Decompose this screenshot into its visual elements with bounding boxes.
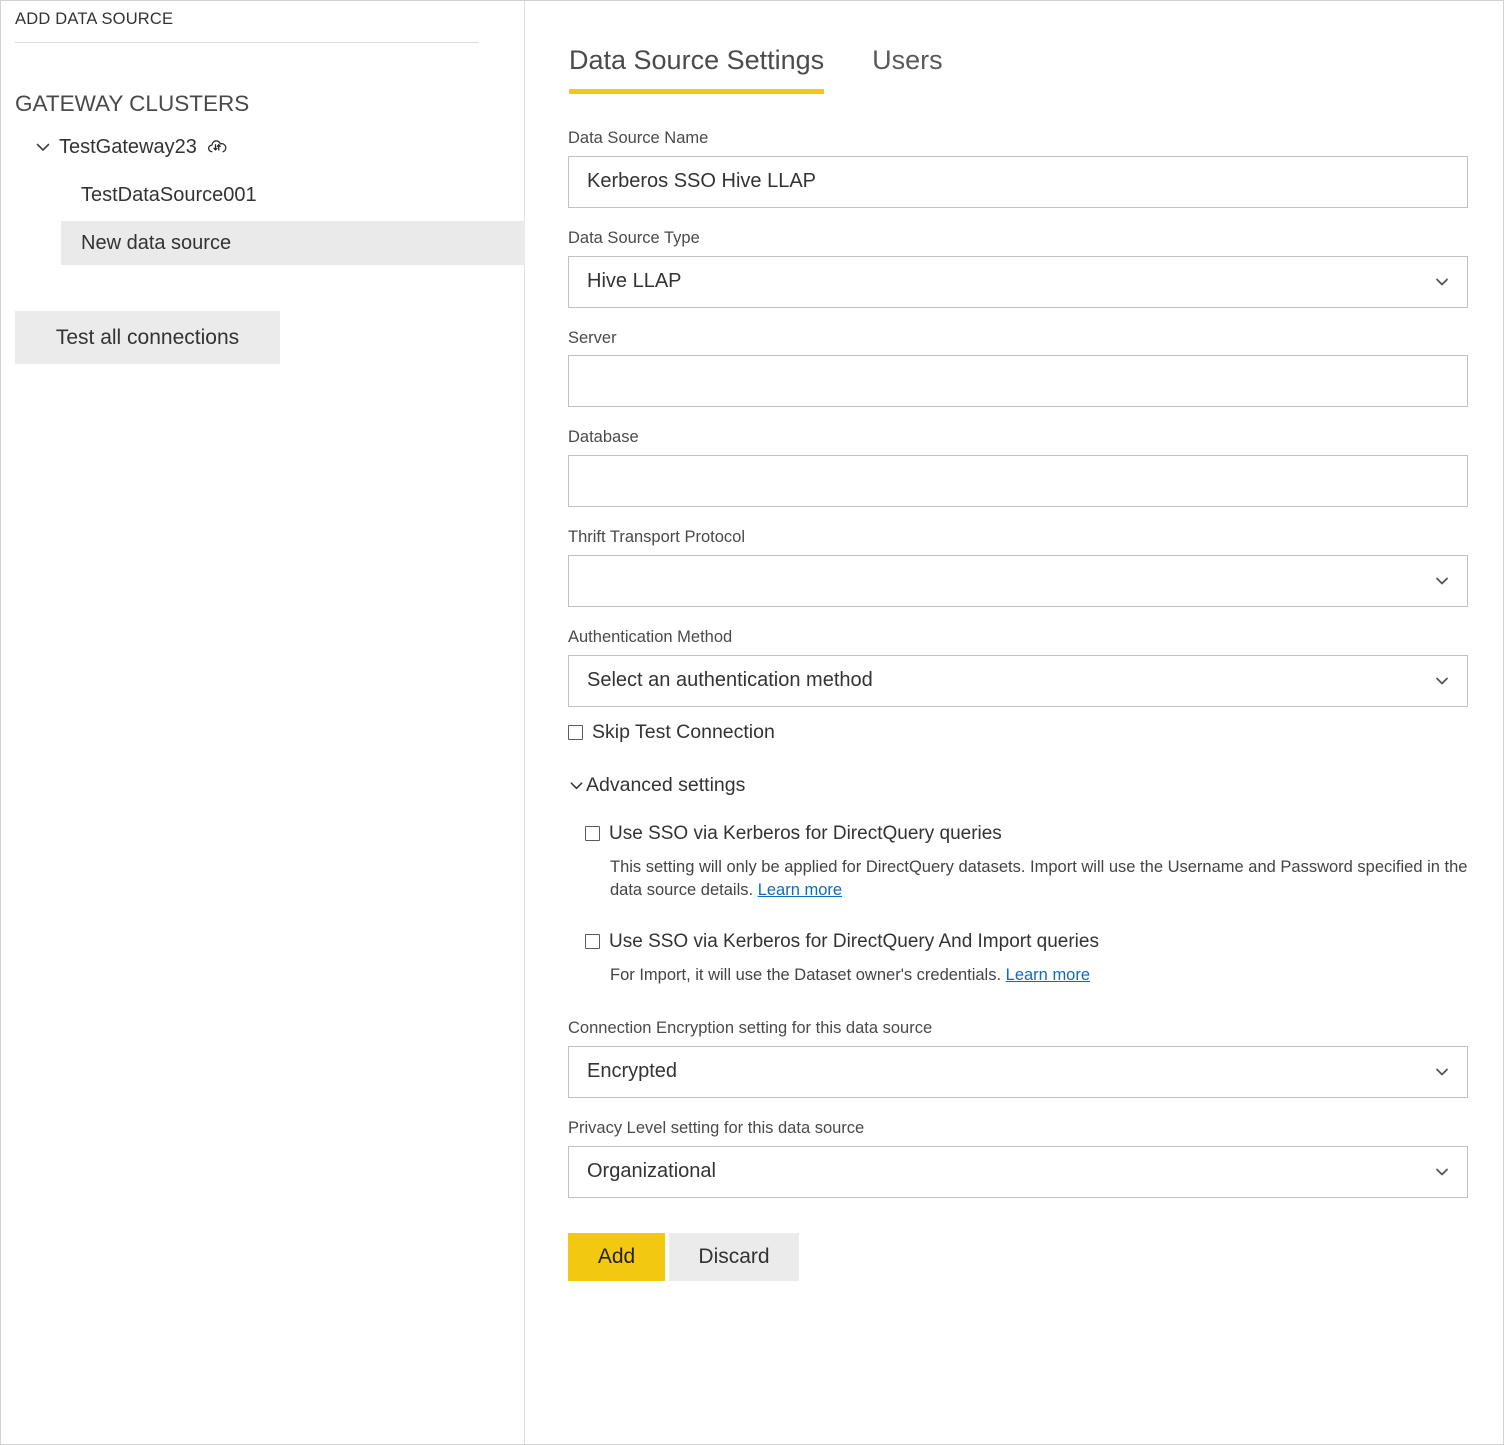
sso-directquery-import-label: Use SSO via Kerberos for DirectQuery And… <box>609 931 1099 953</box>
chevron-down-icon[interactable] <box>568 777 585 794</box>
tab-users[interactable]: Users <box>872 45 943 94</box>
database-input[interactable] <box>568 455 1468 507</box>
data-source-type-label: Data Source Type <box>568 229 1468 249</box>
data-source-type-value: Hive LLAP <box>587 270 682 293</box>
thrift-transport-protocol-select[interactable] <box>568 555 1468 607</box>
skip-test-connection-label: Skip Test Connection <box>592 721 775 744</box>
spacer <box>585 903 1468 931</box>
advanced-settings-tail: Connection Encryption setting for this d… <box>568 1019 1468 1281</box>
sso-directquery-learn-more-link[interactable]: Learn more <box>758 881 842 899</box>
sidebar-item-label: TestDataSource001 <box>81 184 257 207</box>
advanced-settings-body: Use SSO via Kerberos for DirectQuery que… <box>568 823 1468 1281</box>
sidebar-item-label: New data source <box>81 232 231 255</box>
cloud-sync-icon <box>206 136 228 158</box>
sso-directquery-help-text: This setting will only be applied for Di… <box>610 858 1467 899</box>
server-input[interactable] <box>568 355 1468 407</box>
chevron-down-icon[interactable] <box>27 137 59 157</box>
panel-divider <box>15 42 479 43</box>
checkbox-icon[interactable] <box>585 826 600 841</box>
sso-directquery-checkbox-row[interactable]: Use SSO via Kerberos for DirectQuery que… <box>585 823 1468 845</box>
connection-encryption-label: Connection Encryption setting for this d… <box>568 1019 1468 1039</box>
privacy-level-label: Privacy Level setting for this data sour… <box>568 1119 1468 1139</box>
sidebar-item-new-data-source[interactable]: New data source <box>61 221 525 265</box>
chevron-down-icon[interactable] <box>1433 273 1451 291</box>
server-label: Server <box>568 329 1468 349</box>
privacy-level-value: Organizational <box>587 1160 716 1183</box>
connection-encryption-select[interactable]: Encrypted <box>568 1046 1468 1098</box>
data-source-form: Data Source Name Kerberos SSO Hive LLAP … <box>568 129 1468 1281</box>
sso-directquery-import-help-text: For Import, it will use the Dataset owne… <box>610 966 1001 984</box>
database-label: Database <box>568 428 1468 448</box>
skip-test-connection-checkbox-row[interactable]: Skip Test Connection <box>568 721 1468 744</box>
tree-node-gateway[interactable]: TestGateway23 <box>1 129 524 165</box>
tab-bar: Data Source Settings Users <box>569 45 943 94</box>
data-source-name-input[interactable]: Kerberos SSO Hive LLAP <box>568 156 1468 208</box>
sso-directquery-import-help: For Import, it will use the Dataset owne… <box>610 964 1468 987</box>
advanced-settings-label: Advanced settings <box>586 774 745 797</box>
tab-data-source-settings[interactable]: Data Source Settings <box>569 45 824 94</box>
chevron-down-icon[interactable] <box>1433 672 1451 690</box>
panel-title: ADD DATA SOURCE <box>15 10 173 29</box>
chevron-down-icon[interactable] <box>1433 1063 1451 1081</box>
sso-directquery-help: This setting will only be applied for Di… <box>610 856 1468 903</box>
sidebar-item-testdatasource001[interactable]: TestDataSource001 <box>61 173 525 217</box>
connection-encryption-value: Encrypted <box>587 1060 677 1083</box>
discard-button[interactable]: Discard <box>669 1233 799 1281</box>
checkbox-icon[interactable] <box>585 934 600 949</box>
thrift-transport-protocol-label: Thrift Transport Protocol <box>568 528 1468 548</box>
data-source-name-label: Data Source Name <box>568 129 1468 149</box>
test-all-connections-button[interactable]: Test all connections <box>15 311 280 364</box>
privacy-level-select[interactable]: Organizational <box>568 1146 1468 1198</box>
tree-node-gateway-label: TestGateway23 <box>59 136 197 159</box>
sso-directquery-label: Use SSO via Kerberos for DirectQuery que… <box>609 823 1002 845</box>
data-source-name-value: Kerberos SSO Hive LLAP <box>587 170 816 193</box>
authentication-method-select[interactable]: Select an authentication method <box>568 655 1468 707</box>
gateway-clusters-heading: GATEWAY CLUSTERS <box>15 91 249 117</box>
chevron-down-icon[interactable] <box>1433 1163 1451 1181</box>
form-actions: Add Discard <box>568 1233 1468 1281</box>
sidebar: ADD DATA SOURCE GATEWAY CLUSTERS TestGat… <box>1 1 525 1444</box>
add-data-source-page: ADD DATA SOURCE GATEWAY CLUSTERS TestGat… <box>0 0 1504 1445</box>
add-button[interactable]: Add <box>568 1233 665 1281</box>
data-source-type-select[interactable]: Hive LLAP <box>568 256 1468 308</box>
checkbox-icon[interactable] <box>568 725 583 740</box>
authentication-method-label: Authentication Method <box>568 628 1468 648</box>
main-content: Data Source Settings Users Data Source N… <box>526 1 1503 1444</box>
sso-directquery-import-learn-more-link[interactable]: Learn more <box>1006 966 1090 984</box>
advanced-settings-toggle[interactable]: Advanced settings <box>568 774 1468 797</box>
sso-directquery-import-checkbox-row[interactable]: Use SSO via Kerberos for DirectQuery And… <box>585 931 1468 953</box>
chevron-down-icon[interactable] <box>1433 572 1451 590</box>
authentication-method-value: Select an authentication method <box>587 669 873 692</box>
